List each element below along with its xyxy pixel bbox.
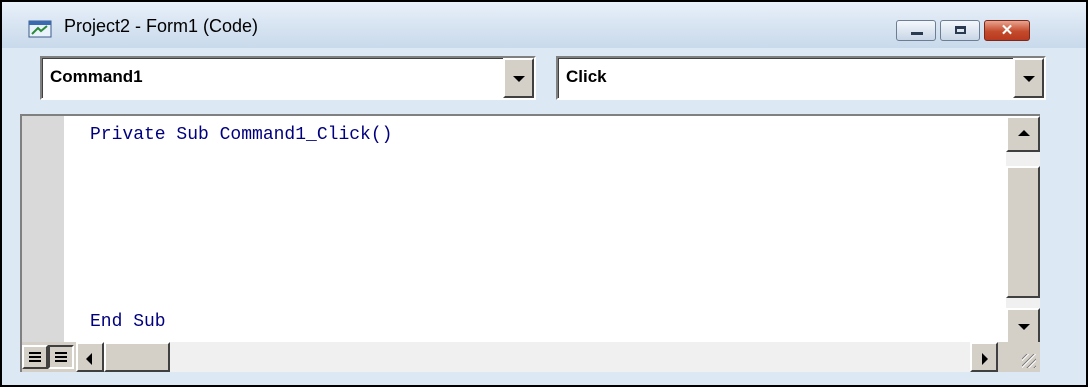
- code-line[interactable]: End Sub: [90, 312, 166, 332]
- scroll-left-button[interactable]: [76, 342, 104, 372]
- resize-grip-icon: [1022, 354, 1036, 368]
- vb-form-icon: [28, 20, 52, 38]
- procedure-view-button[interactable]: [22, 345, 48, 369]
- scroll-right-button[interactable]: [970, 342, 998, 372]
- horizontal-scroll-thumb[interactable]: [104, 342, 170, 372]
- window-title: Project2 - Form1 (Code): [64, 16, 259, 36]
- chevron-down-icon: [513, 76, 525, 82]
- resize-grip[interactable]: [998, 342, 1040, 372]
- close-icon: ✕: [1000, 22, 1014, 39]
- editor-bottom-bar: [22, 342, 1040, 372]
- procedure-combo[interactable]: Click: [556, 56, 1046, 100]
- code-line[interactable]: Private Sub Command1_Click(): [90, 125, 392, 145]
- horizontal-scrollbar[interactable]: [76, 342, 998, 372]
- close-button[interactable]: ✕: [984, 20, 1030, 41]
- vertical-scroll-thumb[interactable]: [1006, 166, 1040, 298]
- title-bar[interactable]: Project2 - Form1 (Code) ✕: [2, 2, 1086, 48]
- arrow-up-icon: [1018, 130, 1030, 136]
- arrow-left-icon: [86, 353, 92, 365]
- object-combo-dropdown-button[interactable]: [503, 58, 534, 98]
- full-module-view-icon: [55, 352, 67, 354]
- procedure-combo-dropdown-button[interactable]: [1013, 58, 1044, 98]
- scroll-up-button[interactable]: [1006, 116, 1040, 152]
- chevron-down-icon: [1023, 76, 1035, 82]
- scroll-down-button[interactable]: [1006, 308, 1040, 344]
- vertical-scrollbar[interactable]: [1006, 116, 1040, 344]
- editor-margin-bar[interactable]: [22, 116, 64, 344]
- maximize-button[interactable]: [940, 20, 980, 41]
- code-window: Project2 - Form1 (Code) ✕ Command1 Click…: [0, 0, 1088, 387]
- full-module-view-button[interactable]: [48, 345, 74, 369]
- procedure-combo-value: Click: [566, 67, 607, 86]
- procedure-view-icon: [29, 352, 41, 354]
- object-combo[interactable]: Command1: [40, 56, 536, 100]
- arrow-right-icon: [982, 353, 988, 365]
- arrow-down-icon: [1018, 324, 1030, 330]
- minimize-button[interactable]: [896, 20, 936, 41]
- object-combo-value: Command1: [50, 67, 143, 86]
- code-editor[interactable]: Private Sub Command1_Click() End Sub: [20, 114, 1040, 372]
